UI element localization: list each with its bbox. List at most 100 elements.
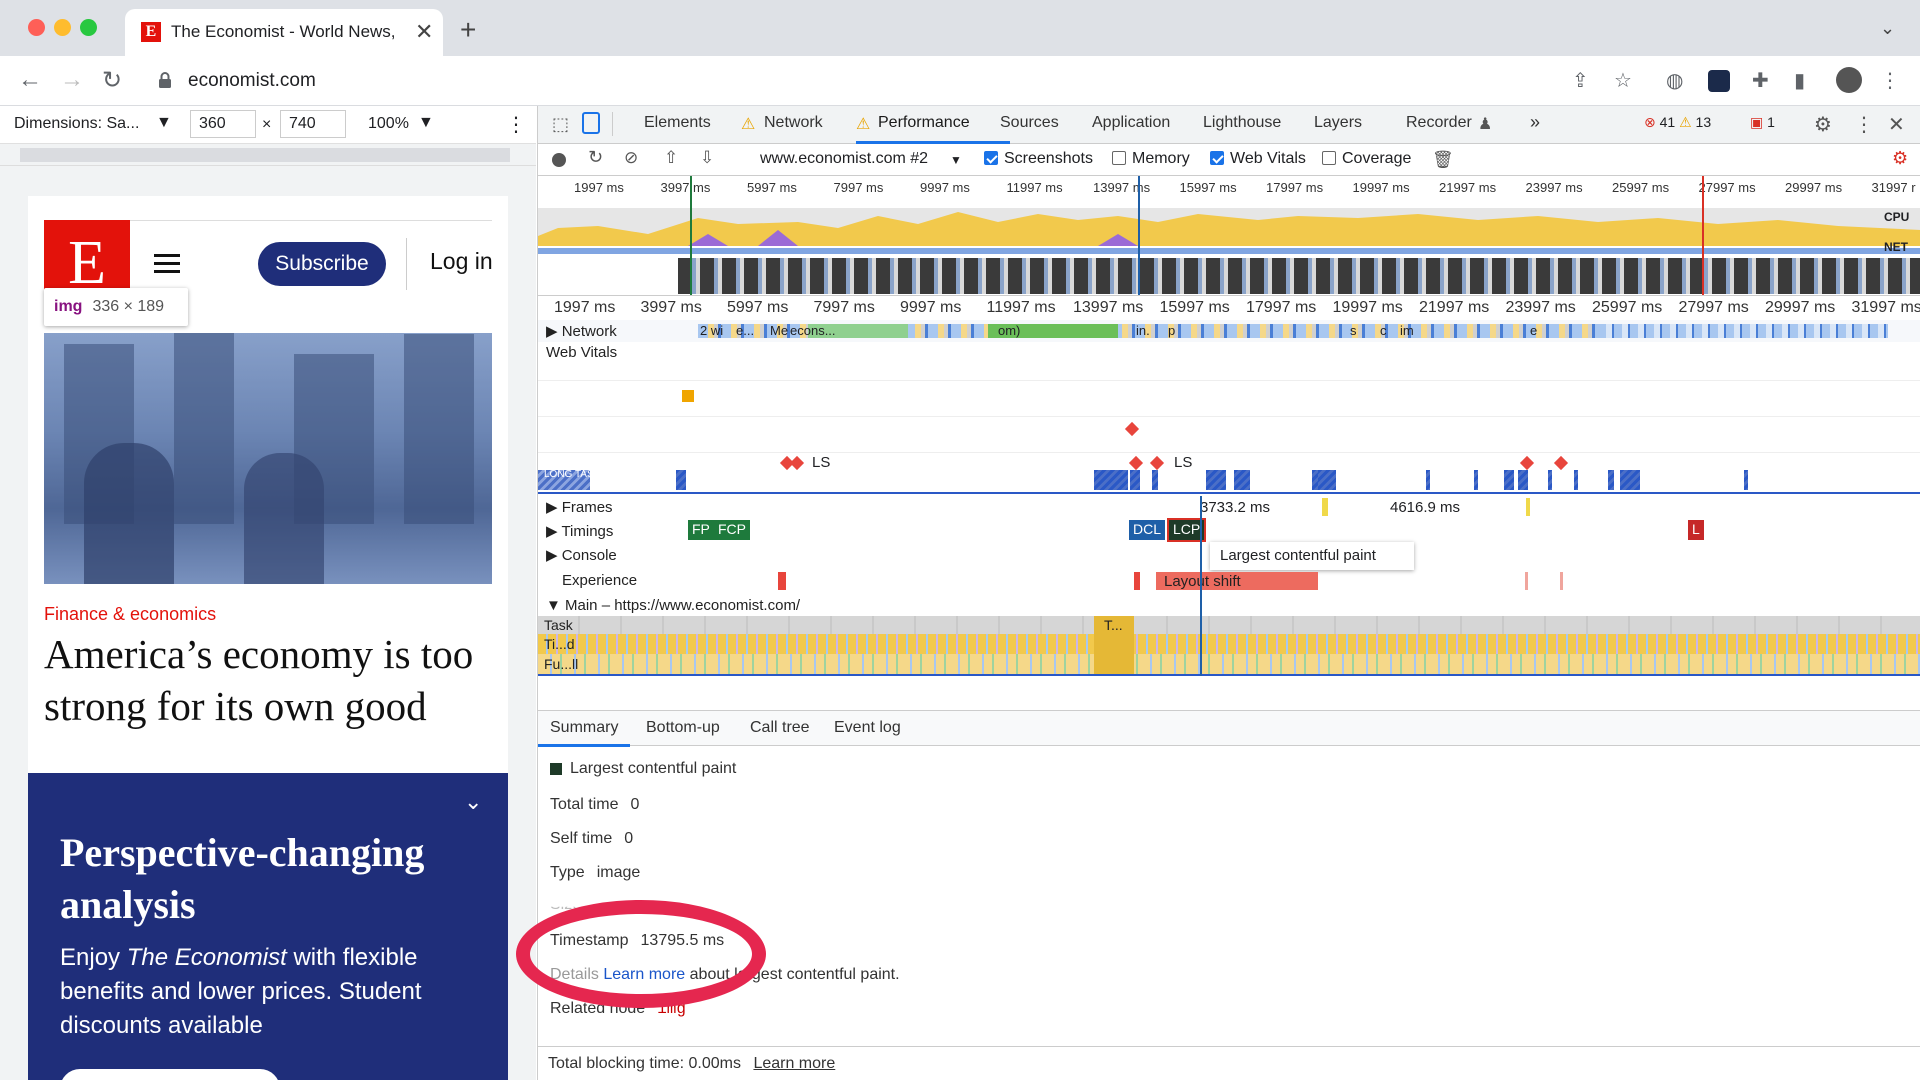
- tab-network[interactable]: Network: [764, 114, 823, 132]
- close-devtools-icon[interactable]: ✕: [1888, 112, 1905, 137]
- tab-layers[interactable]: Layers: [1314, 114, 1362, 132]
- login-link[interactable]: Log in: [430, 248, 493, 275]
- article-section-link[interactable]: Finance & economics: [44, 604, 216, 625]
- tab-event-log[interactable]: Event log: [834, 719, 901, 737]
- long-task-bar[interactable]: [1318, 470, 1336, 490]
- screenshots-checkbox[interactable]: Screenshots: [984, 150, 1093, 168]
- profile-avatar[interactable]: [1836, 67, 1862, 93]
- fp-marker[interactable]: FP: [688, 520, 714, 540]
- timeline-overview[interactable]: 1997 ms 3997 ms 5997 ms 7997 ms 9997 ms 11997…: [538, 176, 1920, 296]
- issues-counter[interactable]: ▣ 1: [1750, 114, 1775, 131]
- tab-recorder[interactable]: Recorder: [1406, 114, 1472, 132]
- selection-end-handle[interactable]: [1138, 176, 1140, 295]
- close-window-button[interactable]: [28, 19, 45, 36]
- experience-track[interactable]: Experience Layout shift: [538, 570, 1920, 592]
- tab-lighthouse[interactable]: Lighthouse: [1203, 114, 1281, 132]
- long-task-bar[interactable]: [1518, 470, 1528, 490]
- promo-cta-button[interactable]: [60, 1069, 280, 1080]
- minimize-window-button[interactable]: [54, 19, 71, 36]
- network-track[interactable]: ▶ Network 2 wi e... Me econs... om) in. …: [538, 320, 1920, 342]
- tab-bottom-up[interactable]: Bottom-up: [646, 719, 720, 737]
- selection-start-handle[interactable]: [690, 176, 692, 295]
- forward-arrow-icon[interactable]: →: [60, 66, 84, 94]
- browser-tab[interactable]: E The Economist - World News, P ✕: [125, 9, 443, 56]
- device-more-icon[interactable]: ⋮: [506, 112, 526, 137]
- device-toggle-icon[interactable]: [582, 112, 600, 134]
- back-arrow-icon[interactable]: ←: [18, 66, 42, 94]
- recording-dropdown-icon[interactable]: ▼: [950, 153, 962, 167]
- download-profile-icon[interactable]: ⇩: [700, 148, 714, 168]
- lcp-vital-marker[interactable]: [1124, 421, 1140, 437]
- status-learn-more-link[interactable]: Learn more: [753, 1055, 835, 1072]
- article-image[interactable]: [44, 333, 492, 584]
- long-task-bar[interactable]: [1548, 470, 1552, 490]
- long-task-bar[interactable]: [1744, 470, 1748, 490]
- browser-menu-icon[interactable]: ⋮: [1880, 68, 1900, 93]
- tab-elements[interactable]: Elements: [644, 114, 711, 132]
- main-thread-flame[interactable]: Task T... Ti...d Fu...ll: [538, 616, 1920, 710]
- lcp-marker[interactable]: LCP: [1166, 518, 1207, 542]
- long-task-bar[interactable]: [1620, 470, 1640, 490]
- close-tab-icon[interactable]: ✕: [415, 19, 433, 45]
- tab-application[interactable]: Application: [1092, 114, 1170, 132]
- fcp-marker[interactable]: FCP: [714, 520, 750, 540]
- tab-call-tree[interactable]: Call tree: [750, 719, 810, 737]
- coverage-checkbox[interactable]: Coverage: [1322, 150, 1411, 168]
- reload-icon[interactable]: ↻: [102, 66, 122, 95]
- more-tabs-icon[interactable]: »: [1530, 112, 1540, 133]
- tab-performance[interactable]: Performance: [878, 114, 970, 132]
- settings-gear-icon[interactable]: ⚙: [1814, 112, 1832, 137]
- long-task-bar[interactable]: [1574, 470, 1578, 490]
- extension-globe-icon[interactable]: ◍: [1666, 68, 1683, 93]
- capture-settings-gear-icon[interactable]: ⚙: [1892, 148, 1908, 169]
- web-vitals-track[interactable]: Web Vitals LS LS: [538, 342, 1920, 471]
- frames-track[interactable]: ▶ Frames 3733.2 ms 4616.9 ms: [538, 496, 1920, 518]
- long-task-bar[interactable]: [1206, 470, 1226, 490]
- reload-profile-icon[interactable]: ↻: [588, 147, 603, 168]
- console-counters[interactable]: ⊗ 41 ⚠ 13: [1644, 114, 1711, 131]
- long-task-bar[interactable]: [1234, 470, 1250, 490]
- tab-sources[interactable]: Sources: [1000, 114, 1059, 132]
- inspect-element-icon[interactable]: ⬚: [552, 114, 569, 135]
- long-task-bar[interactable]: [1094, 470, 1128, 490]
- maximize-window-button[interactable]: [80, 19, 97, 36]
- tab-summary[interactable]: Summary: [550, 719, 618, 737]
- recording-select[interactable]: www.economist.com #2: [760, 150, 928, 168]
- new-tab-icon[interactable]: +: [460, 14, 476, 46]
- upload-profile-icon[interactable]: ⇧: [664, 148, 678, 168]
- console-track[interactable]: ▶ Console: [538, 544, 1920, 566]
- viewport-height-input[interactable]: 740: [280, 110, 346, 138]
- timings-track[interactable]: ▶ Timings FP FCP DCL LCP L: [538, 518, 1920, 542]
- fcp-vital-marker[interactable]: [682, 390, 694, 402]
- long-task-bar[interactable]: [1504, 470, 1514, 490]
- extension-app-icon[interactable]: [1708, 70, 1730, 92]
- long-tasks-track[interactable]: LONG TASKS: [538, 466, 1920, 494]
- zoom-select[interactable]: 100%: [368, 115, 409, 133]
- dimensions-select[interactable]: Dimensions: Sa...: [14, 115, 139, 133]
- viewport-width-input[interactable]: 360: [190, 110, 256, 138]
- dimensions-dropdown-icon[interactable]: ▼: [156, 114, 172, 132]
- main-thread-header[interactable]: ▼ Main – https://www.economist.com/: [538, 596, 1920, 616]
- long-task-bar[interactable]: [1608, 470, 1614, 490]
- devtools-menu-icon[interactable]: ⋮: [1854, 112, 1874, 137]
- long-task-bar[interactable]: [1426, 470, 1430, 490]
- web-vitals-checkbox[interactable]: Web Vitals: [1210, 150, 1306, 168]
- side-panel-icon[interactable]: ▮: [1794, 68, 1805, 93]
- memory-checkbox[interactable]: Memory: [1112, 150, 1190, 168]
- zoom-dropdown-icon[interactable]: ▼: [418, 114, 434, 132]
- article-headline[interactable]: America’s economy is too strong for its …: [44, 628, 484, 732]
- long-task-bar[interactable]: [1474, 470, 1478, 490]
- dcl-marker[interactable]: DCL: [1129, 520, 1166, 540]
- long-task-bar[interactable]: [676, 470, 686, 490]
- clear-icon[interactable]: ⊘: [624, 148, 638, 168]
- bookmark-star-icon[interactable]: ☆: [1614, 68, 1632, 93]
- flame-chart[interactable]: ▶ Network 2 wi e... Me econs... om) in. …: [538, 320, 1920, 710]
- puzzle-extensions-icon[interactable]: ✚: [1752, 68, 1769, 93]
- address-bar[interactable]: economist.com: [146, 63, 1596, 99]
- load-marker[interactable]: L: [1688, 520, 1704, 540]
- subscribe-button[interactable]: Subscribe: [258, 242, 386, 286]
- long-task-bar[interactable]: [1130, 470, 1140, 490]
- share-icon[interactable]: ⇪: [1572, 68, 1589, 93]
- tab-search-chevron-icon[interactable]: ⌄: [1880, 18, 1895, 39]
- collapse-chevron-icon[interactable]: ⌄: [464, 789, 482, 815]
